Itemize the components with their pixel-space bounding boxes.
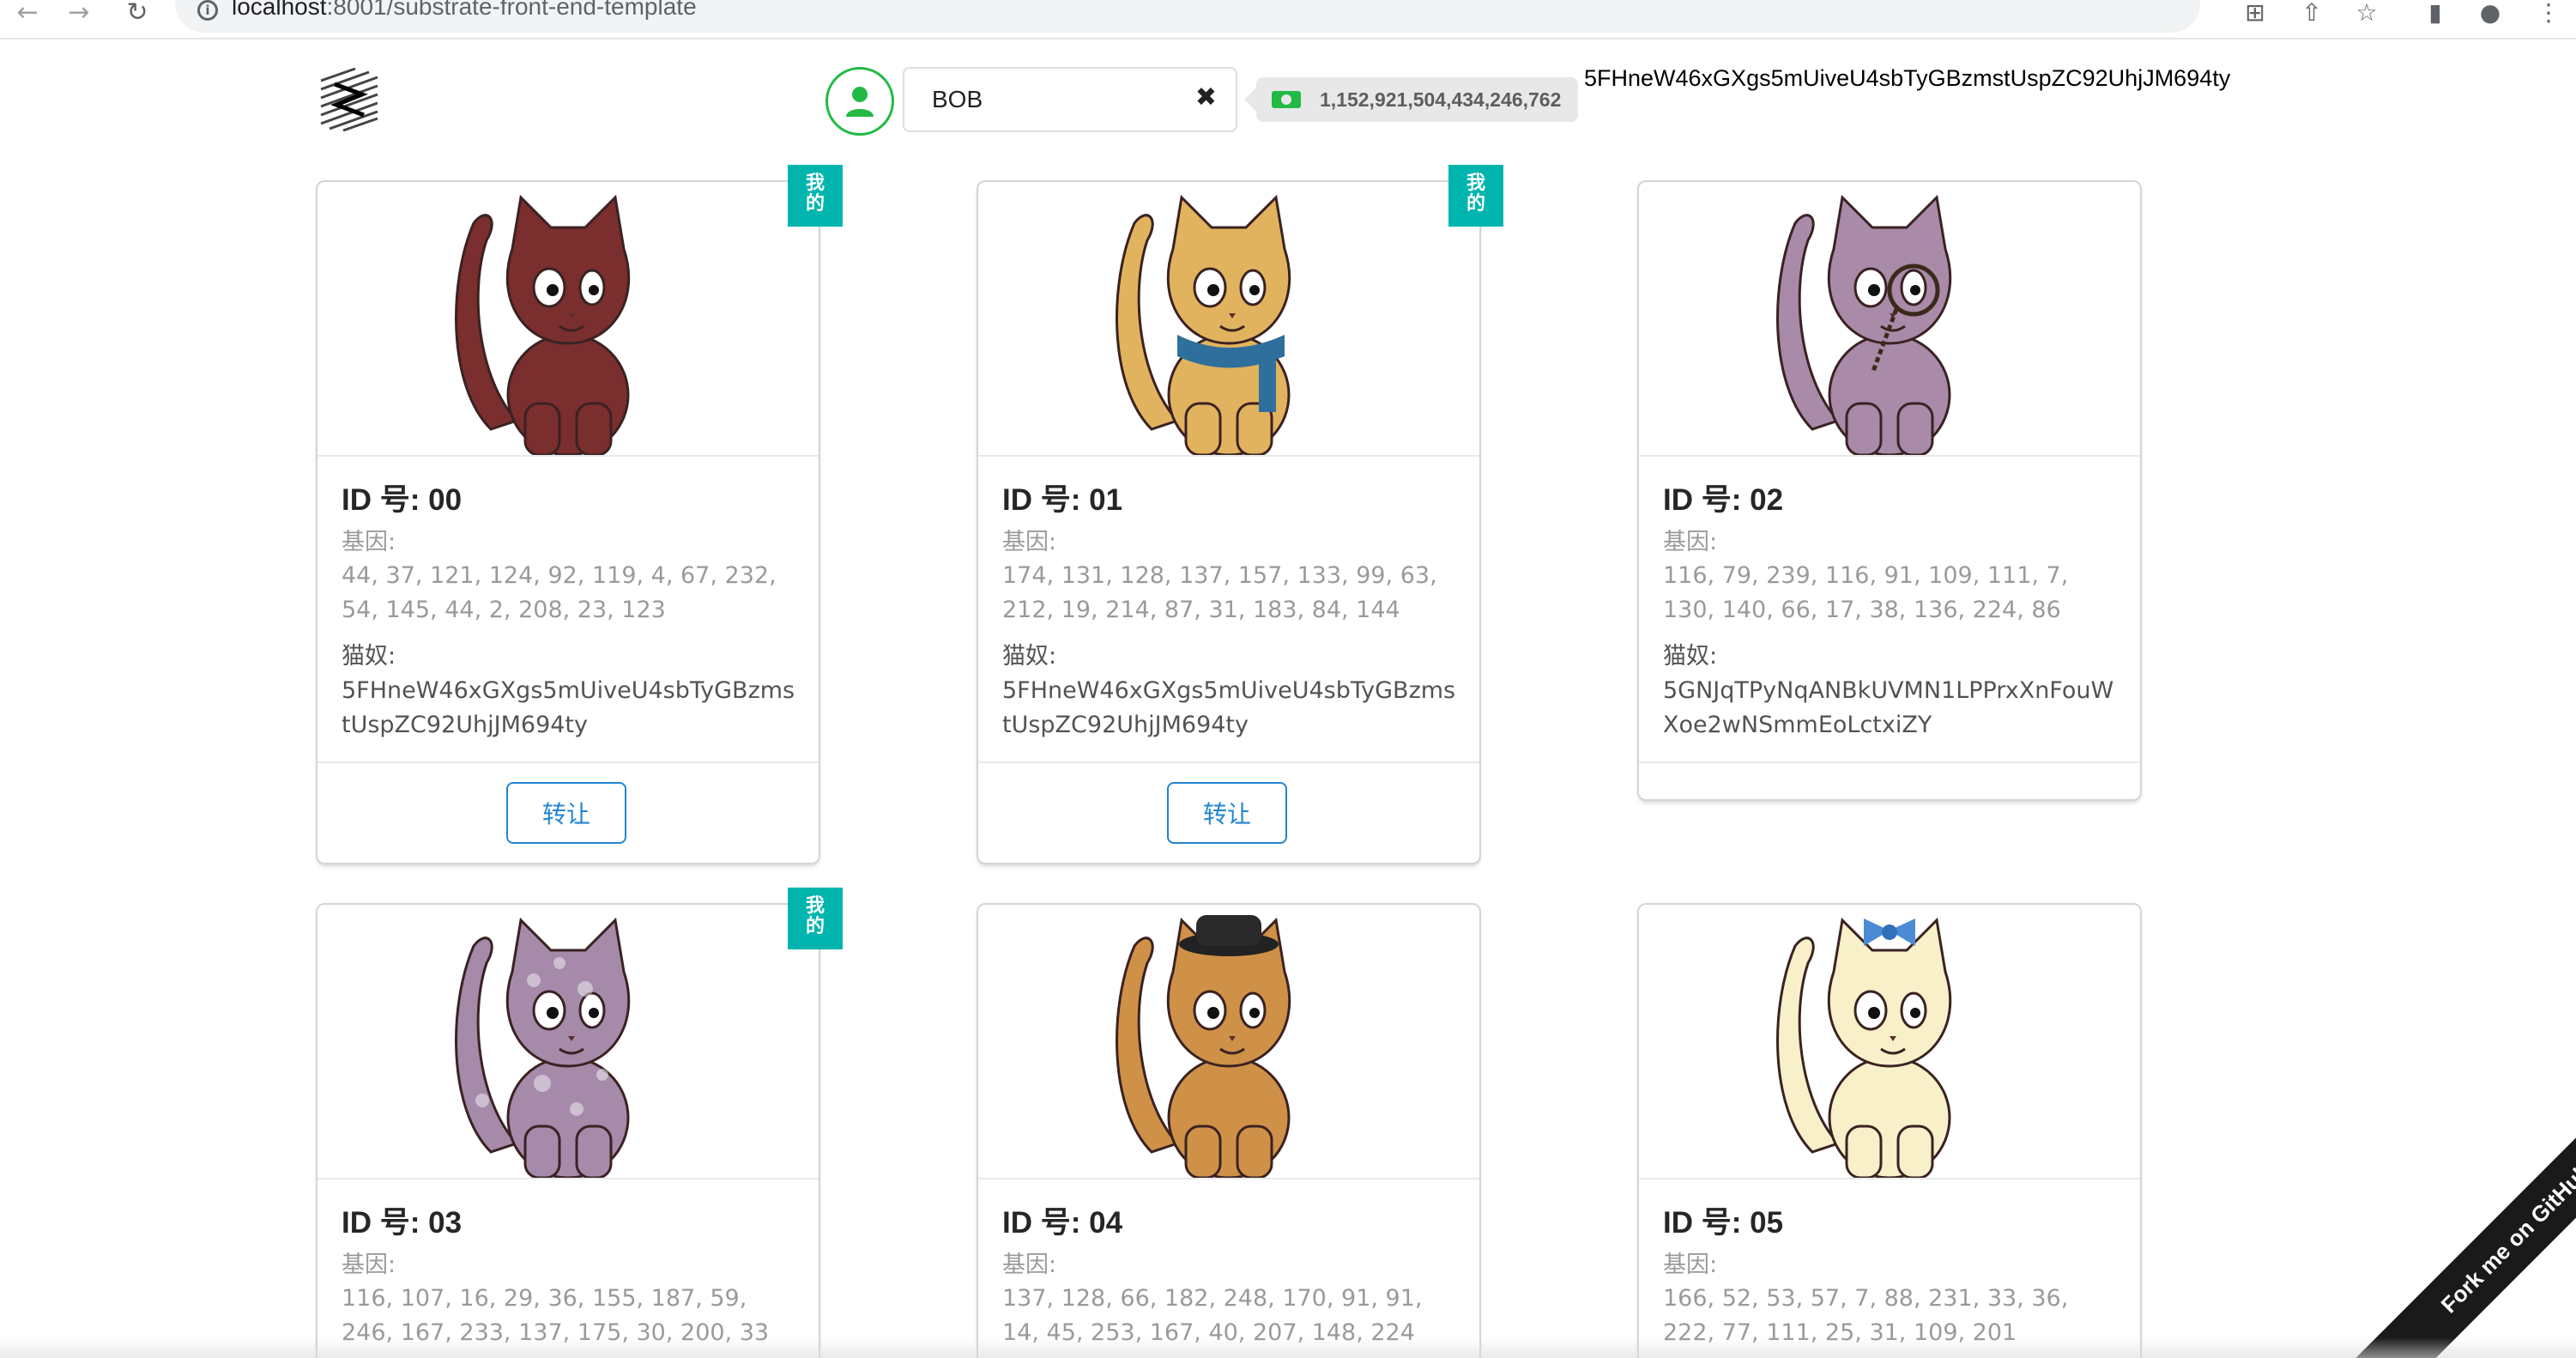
balance-value: 1,152,921,504,434,246,762 [1320, 88, 1562, 111]
kitty-id: ID 号: 02 [1663, 483, 1784, 517]
balance-badge: 1,152,921,504,434,246,762 [1243, 77, 1579, 122]
github-ribbon[interactable]: Fork me on GitHub [2319, 1100, 2576, 1358]
profile-icon[interactable]: ● [2473, 0, 2507, 29]
genes-label: 基因: [1002, 529, 1057, 555]
address-bar[interactable]: i localhost:8001/substrate-front-end-tem… [175, 0, 2200, 33]
kitty-image [1776, 917, 1952, 1178]
kitty-image-area [317, 905, 819, 1179]
share-icon[interactable]: ⇧ [2295, 0, 2329, 29]
url-text[interactable]: localhost:8001/substrate-front-end-templ… [232, 0, 697, 21]
owner-label: 猫奴: [1002, 643, 1057, 670]
site-info-icon[interactable]: i [197, 0, 218, 21]
github-ribbon-label[interactable]: Fork me on GitHub [2358, 1100, 2576, 1358]
kitty-image-area [978, 182, 1479, 457]
genes-label: 基因: [1663, 529, 1718, 555]
side-panel-icon[interactable]: ▮ [2418, 0, 2452, 29]
kitty-image-area [978, 905, 1479, 1179]
kitty-card: 我的 ID 号: 00 基因: 44, 37, 121, 124, 92, 11… [317, 165, 843, 863]
kitty-genes: 174, 131, 128, 137, 157, 133, 99, 63, 21… [1002, 562, 1437, 623]
account-dropdown[interactable]: BOB ✖ [903, 67, 1237, 132]
bookmark-star-icon[interactable]: ☆ [2349, 0, 2384, 29]
kitty-card-actions: 转让 [978, 761, 1479, 863]
clear-icon[interactable]: ✖ [1195, 82, 1217, 112]
kitty-id: ID 号: 03 [342, 1206, 463, 1240]
substrate-logo [320, 67, 378, 132]
kitty-image-area [317, 182, 819, 457]
mine-ribbon: 我的 [788, 888, 843, 949]
kitty-image [455, 917, 631, 1178]
kitty-genes: 116, 79, 239, 116, 91, 109, 111, 7, 130,… [1663, 562, 2069, 623]
menu-kebab-icon[interactable]: ⋮ [2531, 0, 2566, 29]
genes-label: 基因: [1663, 1252, 1718, 1278]
kitty-card: ID 号: 02 基因: 116, 79, 239, 116, 91, 109,… [1639, 182, 2140, 799]
account-selector: BOB ✖ [825, 67, 1237, 136]
kitty-image [455, 194, 631, 455]
kitty-owner: 5FHneW46xGXgs5mUiveU4sbTyGBzmstUspZC92Uh… [342, 677, 795, 738]
kitty-id: ID 号: 00 [342, 483, 463, 517]
kitty-card: 我的 ID 号: 01 基因: 174, 131, 128, 137, 157,… [978, 165, 1503, 863]
reload-icon[interactable]: ↻ [120, 0, 154, 29]
kitty-card-actions: 转让 [317, 761, 819, 863]
transfer-button[interactable]: 转让 [1167, 782, 1287, 844]
genes-label: 基因: [342, 1252, 396, 1278]
kitty-card-actions [1639, 761, 2140, 799]
kitty-card: 我的 ID 号: 03 基因: 116, 107, 16, 29, 36, 15… [317, 888, 843, 1358]
kitty-image [1776, 194, 1952, 455]
genes-label: 基因: [1002, 1252, 1057, 1278]
transfer-button[interactable]: 转让 [506, 782, 626, 844]
kitty-image-area [1639, 905, 2140, 1179]
kitty-owner: 5FHneW46xGXgs5mUiveU4sbTyGBzmstUspZC92Uh… [1002, 677, 1456, 738]
kitty-id: ID 号: 04 [1002, 1206, 1123, 1240]
translate-icon[interactable]: ⊞ [2238, 0, 2272, 29]
kitty-image [1116, 915, 1291, 1178]
kitty-genes: 44, 37, 121, 124, 92, 119, 4, 67, 232, 5… [342, 562, 777, 623]
kitty-card: ID 号: 04 基因: 137, 128, 66, 182, 248, 170… [978, 905, 1479, 1358]
owner-label: 猫奴: [1663, 643, 1718, 670]
bottom-shadow [0, 1337, 2576, 1358]
browser-toolbar: ← → ↻ i localhost:8001/substrate-front-e… [0, 0, 2576, 39]
kitty-card-content: ID 号: 01 基因: 174, 131, 128, 137, 157, 13… [978, 457, 1479, 761]
user-icon [846, 87, 874, 117]
mine-ribbon: 我的 [1448, 165, 1503, 227]
kitty-id: ID 号: 05 [1663, 1206, 1784, 1240]
owner-label: 猫奴: [342, 643, 396, 670]
kitty-card-content: ID 号: 05 基因: 166, 52, 53, 57, 7, 88, 231… [1639, 1179, 2140, 1358]
kitty-owner: 5GNJqTPyNqANBkUVMN1LPPrxXnFouWXoe2wNSmmE… [1663, 677, 2114, 738]
kitty-card: ID 号: 05 基因: 166, 52, 53, 57, 7, 88, 231… [1639, 905, 2140, 1358]
kitty-image [1116, 194, 1291, 455]
back-icon[interactable]: ← [10, 0, 45, 29]
forward-icon[interactable]: → [62, 0, 96, 29]
kitty-card-content: ID 号: 03 基因: 116, 107, 16, 29, 36, 155, … [317, 1179, 819, 1358]
kitty-image-area [1639, 182, 2140, 457]
kitty-id: ID 号: 01 [1002, 483, 1123, 517]
account-avatar-button[interactable] [825, 67, 894, 136]
mine-ribbon: 我的 [788, 165, 843, 227]
account-dropdown-value: BOB [932, 86, 983, 112]
account-address: 5FHneW46xGXgs5mUiveU4sbTyGBzmstUspZC92Uh… [1584, 65, 2231, 91]
kitty-card-content: ID 号: 00 基因: 44, 37, 121, 124, 92, 119, … [317, 457, 819, 761]
kitty-card-content: ID 号: 04 基因: 137, 128, 66, 182, 248, 170… [978, 1179, 1479, 1358]
money-icon [1272, 91, 1301, 108]
genes-label: 基因: [342, 529, 396, 555]
kitty-card-content: ID 号: 02 基因: 116, 79, 239, 116, 91, 109,… [1639, 457, 2140, 761]
